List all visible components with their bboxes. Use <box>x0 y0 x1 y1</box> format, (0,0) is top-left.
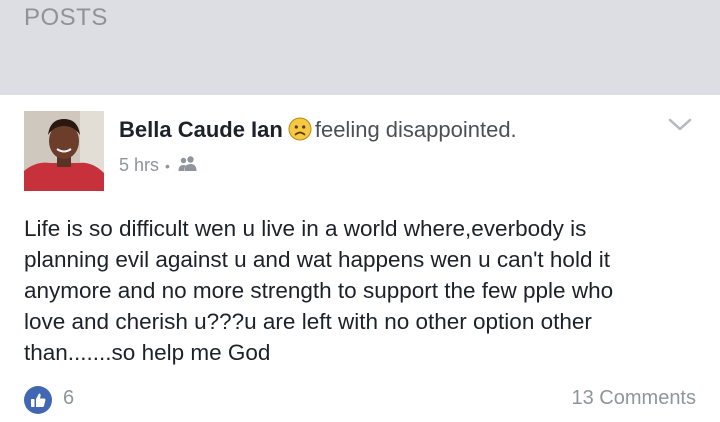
meta-separator: • <box>165 157 170 174</box>
post-text-line: anymore and no more strength to support … <box>24 278 614 303</box>
like-icon[interactable] <box>24 386 52 414</box>
chevron-down-icon[interactable] <box>666 115 694 135</box>
like-count[interactable]: 6 <box>63 387 74 410</box>
post-card: Bella Caude Ian feeling disappointed. 5 … <box>0 95 720 422</box>
post-text-line: planning evil against u and wat happens … <box>24 247 610 272</box>
post-author-line: Bella Caude Ian feeling disappointed. <box>119 117 517 143</box>
post-text: Life is so difficult wen u live in a wor… <box>24 213 704 368</box>
post-meta: 5 hrs • <box>119 155 199 176</box>
post-text-line: love and cherish u???u are left with no … <box>24 309 592 334</box>
author-name[interactable]: Bella Caude Ian <box>119 117 283 142</box>
section-title: POSTS <box>24 4 108 31</box>
post-time[interactable]: 5 hrs <box>119 155 159 176</box>
post-footer: 6 13 Comments <box>24 384 696 416</box>
avatar[interactable] <box>24 111 104 191</box>
section-header: POSTS <box>0 0 720 86</box>
feeling-text: feeling disappointed. <box>314 117 517 142</box>
post-text-line: Life is so difficult wen u live in a wor… <box>24 216 587 241</box>
friends-icon <box>177 155 199 176</box>
sad-face-icon <box>288 117 312 141</box>
comments-link[interactable]: 13 Comments <box>572 387 697 410</box>
post-text-line: than.......so help me God <box>24 340 271 365</box>
